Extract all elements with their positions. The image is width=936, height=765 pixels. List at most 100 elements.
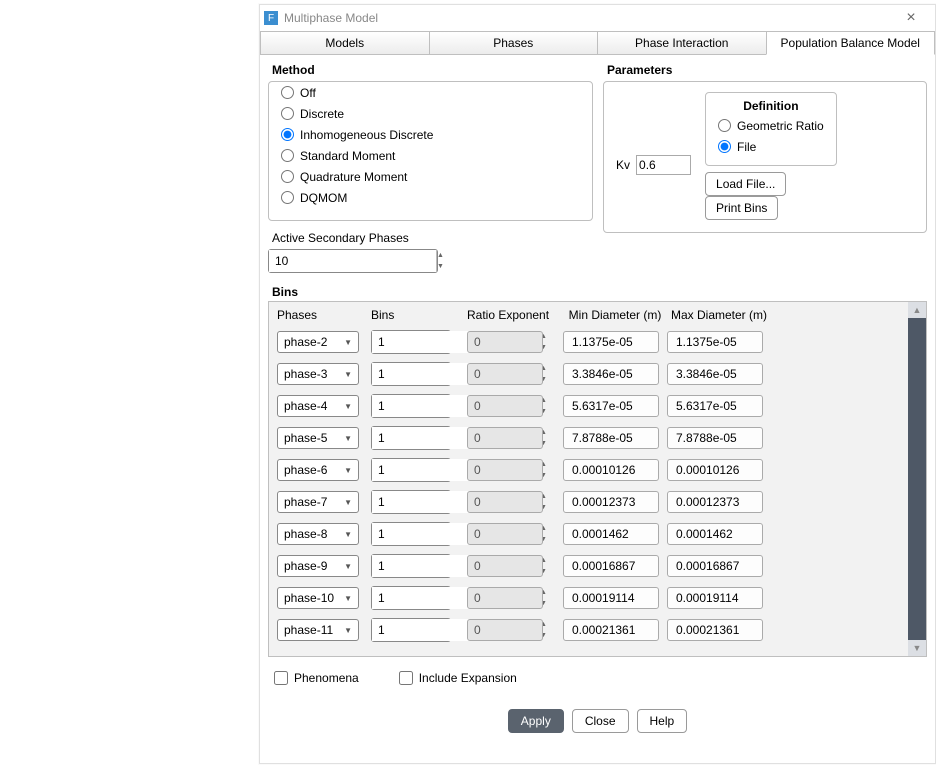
max-diameter-field[interactable]: 0.00021361: [667, 619, 763, 641]
table-row: phase-6▼ ▲▼ 0 0.00010126 0.00010126: [277, 454, 922, 486]
load-file-button[interactable]: Load File...: [705, 172, 786, 196]
bins-spinner[interactable]: ▲▼: [371, 394, 451, 418]
parameters-group: Kv Definition Geometric Ratio File Load …: [603, 81, 927, 233]
expansion-checkbox[interactable]: [399, 671, 413, 685]
bins-spinner[interactable]: ▲▼: [371, 458, 451, 482]
phase-value: phase-9: [284, 559, 327, 573]
method-radio[interactable]: [281, 149, 294, 162]
min-diameter-field[interactable]: 0.00012373: [563, 491, 659, 513]
phase-select[interactable]: phase-8▼: [277, 523, 359, 545]
phase-value: phase-11: [284, 623, 333, 637]
bins-spinner[interactable]: ▲▼: [371, 490, 451, 514]
phenomena-check[interactable]: Phenomena: [274, 671, 359, 685]
chevron-up-icon[interactable]: ▲: [437, 250, 444, 261]
phase-select[interactable]: phase-9▼: [277, 555, 359, 577]
tab-phases[interactable]: Phases: [429, 31, 598, 55]
chevron-down-icon[interactable]: ▼: [437, 261, 444, 272]
phase-select[interactable]: phase-2▼: [277, 331, 359, 353]
max-diameter-field[interactable]: 0.00012373: [667, 491, 763, 513]
min-diameter-field[interactable]: 7.8788e-05: [563, 427, 659, 449]
table-row: phase-5▼▲▼07.8788e-057.8788e-05: [277, 422, 922, 454]
min-diameter-field[interactable]: 0.00019114: [563, 587, 659, 609]
vertical-scrollbar[interactable]: ▲ ▼: [908, 302, 926, 656]
tab-phase-interaction[interactable]: Phase Interaction: [597, 31, 766, 55]
tab-models[interactable]: Models: [260, 31, 429, 55]
tab-bar: Models Phases Phase Interaction Populati…: [260, 31, 935, 55]
check-label: Phenomena: [294, 671, 359, 685]
table-row: phase-8▼ ▲▼ 0 0.0001462 0.0001462: [277, 518, 922, 550]
min-diameter-field[interactable]: 0.0001462: [563, 523, 659, 545]
max-diameter-field[interactable]: 0.00016867: [667, 555, 763, 577]
min-diameter-field[interactable]: 0.00016867: [563, 555, 659, 577]
method-option-label: Inhomogeneous Discrete: [300, 128, 433, 142]
definition-geometric-radio[interactable]: [718, 119, 731, 132]
max-diameter-field[interactable]: 5.6317e-05: [667, 395, 763, 417]
method-option-label: Discrete: [300, 107, 344, 121]
button-label: Help: [650, 714, 675, 728]
scroll-thumb[interactable]: [908, 318, 926, 640]
bins-spinner[interactable]: ▲▼: [371, 554, 451, 578]
print-bins-button[interactable]: Print Bins: [705, 196, 778, 220]
apply-button[interactable]: Apply: [508, 709, 564, 733]
min-diameter-field[interactable]: 3.3846e-05: [563, 363, 659, 385]
max-diameter-field[interactable]: 0.0001462: [667, 523, 763, 545]
scroll-down-icon[interactable]: ▼: [908, 640, 926, 656]
max-diameter-field[interactable]: 0.00019114: [667, 587, 763, 609]
method-radio[interactable]: [281, 107, 294, 120]
scroll-up-icon[interactable]: ▲: [908, 302, 926, 318]
min-diameter-field[interactable]: 0.00010126: [563, 459, 659, 481]
max-diameter-field[interactable]: 0.00010126: [667, 459, 763, 481]
bins-spinner[interactable]: ▲▼: [371, 362, 451, 386]
active-secondary-spinner[interactable]: ▲▼: [268, 249, 438, 273]
phase-value: phase-3: [284, 367, 327, 381]
close-button[interactable]: Close: [572, 709, 629, 733]
ratio-exponent-field: 0: [467, 523, 543, 545]
bins-spinner[interactable]: ▲▼: [371, 426, 451, 450]
chevron-down-icon: ▼: [344, 498, 352, 507]
kv-label: Kv: [616, 158, 630, 172]
active-secondary-input[interactable]: [269, 250, 436, 272]
tab-label: Phases: [493, 36, 533, 50]
spinner-controls[interactable]: ▲▼: [436, 250, 444, 272]
bins-spinner[interactable]: ▲▼: [371, 586, 451, 610]
grid-header: Phases Bins Ratio Exponent Min Diameter …: [273, 306, 926, 326]
table-row: phase-11▼▲▼00.000213610.00021361: [277, 614, 922, 646]
method-radio[interactable]: [281, 128, 294, 141]
phase-select[interactable]: phase-5▼: [277, 427, 359, 449]
method-radio[interactable]: [281, 191, 294, 204]
bins-spinner[interactable]: ▲▼: [371, 522, 451, 546]
chevron-down-icon: ▼: [344, 594, 352, 603]
chevron-down-icon: ▼: [344, 402, 352, 411]
bins-spinner[interactable]: ▲▼: [371, 330, 451, 354]
phase-select[interactable]: phase-7▼: [277, 491, 359, 513]
phase-select[interactable]: phase-3▼: [277, 363, 359, 385]
phase-select[interactable]: phase-11▼: [277, 619, 359, 641]
content: Method OffDiscreteInhomogeneous Discrete…: [260, 55, 935, 697]
phase-select[interactable]: phase-4▼: [277, 395, 359, 417]
ratio-exponent-field: 0: [467, 491, 543, 513]
min-diameter-field[interactable]: 0.00021361: [563, 619, 659, 641]
expansion-check[interactable]: Include Expansion: [399, 671, 517, 685]
min-diameter-field[interactable]: 1.1375e-05: [563, 331, 659, 353]
phase-select[interactable]: phase-6▼: [277, 459, 359, 481]
max-diameter-field[interactable]: 1.1375e-05: [667, 331, 763, 353]
tab-population-balance-model[interactable]: Population Balance Model: [766, 31, 936, 55]
tab-label: Population Balance Model: [781, 36, 920, 50]
method-radio[interactable]: [281, 170, 294, 183]
phase-select[interactable]: phase-10▼: [277, 587, 359, 609]
max-diameter-field[interactable]: 3.3846e-05: [667, 363, 763, 385]
min-diameter-field[interactable]: 5.6317e-05: [563, 395, 659, 417]
help-button[interactable]: Help: [637, 709, 688, 733]
window-title: Multiphase Model: [284, 11, 378, 25]
kv-input[interactable]: [636, 155, 691, 175]
method-radio[interactable]: [281, 86, 294, 99]
max-diameter-field[interactable]: 7.8788e-05: [667, 427, 763, 449]
phenomena-checkbox[interactable]: [274, 671, 288, 685]
definition-file-radio[interactable]: [718, 140, 731, 153]
method-option-label: Quadrature Moment: [300, 170, 407, 184]
ratio-exponent-field: 0: [467, 459, 543, 481]
close-icon[interactable]: ×: [891, 10, 931, 26]
table-row: phase-10▼▲▼00.000191140.00019114: [277, 582, 922, 614]
bins-spinner[interactable]: ▲▼: [371, 618, 451, 642]
definition-option-label: File: [737, 140, 756, 154]
